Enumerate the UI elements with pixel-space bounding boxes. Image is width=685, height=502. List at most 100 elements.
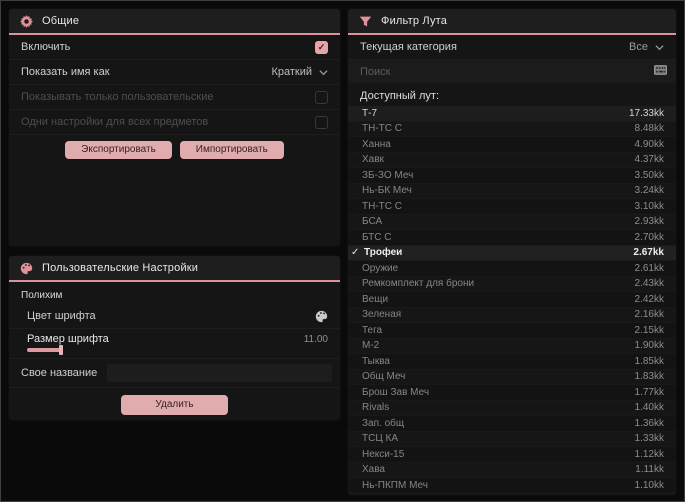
show-name-as-row: Показать имя как Краткий: [9, 60, 340, 85]
loot-row[interactable]: ✓ М-2 1.90kk: [348, 338, 676, 354]
loot-item-name: Тега: [362, 324, 383, 336]
available-loot-label: Доступный лут:: [360, 90, 440, 102]
import-button[interactable]: Импортировать: [179, 141, 284, 159]
category-dropdown[interactable]: Все: [629, 41, 664, 53]
loot-row[interactable]: ✓ Некси-15 1.12kk: [348, 447, 676, 463]
font-size-value: 11.00: [303, 333, 328, 345]
loot-item-name: Некси-15: [362, 448, 405, 460]
custom-settings-panel: Пользовательские Настройки Полихим Цвет …: [9, 256, 340, 420]
name-mode-dropdown[interactable]: Краткий: [271, 66, 328, 78]
enable-checkbox[interactable]: ✓: [315, 40, 328, 54]
only-custom-checkbox[interactable]: [315, 90, 328, 104]
left-column: Общие Включить ✓ Показать имя как Кратки…: [9, 9, 340, 493]
general-panel-header: Общие: [9, 9, 340, 35]
loot-item-name: Хавк: [362, 154, 384, 166]
check-icon: ✓: [351, 246, 360, 258]
keyboard-icon[interactable]: [654, 65, 667, 78]
loot-row[interactable]: ✓ Зап. общ 1.36kk: [348, 416, 676, 432]
font-color-row: Цвет шрифта: [9, 304, 340, 329]
loot-item-price: 1.10kk: [634, 479, 664, 491]
loot-row[interactable]: ✓ ТСЦ КА 1.33kk: [348, 431, 676, 447]
loot-item-name: Нь-БК Меч: [362, 185, 412, 197]
loot-row[interactable]: ✓ Ремкомплект для брони 2.43kk: [348, 276, 676, 292]
loot-item-name: ЗБ-ЗО Меч: [362, 169, 414, 181]
loot-item-price: 1.33kk: [634, 433, 664, 445]
loot-row[interactable]: ✓ Хавк 4.37kk: [348, 152, 676, 168]
loot-item-price: 2.16kk: [634, 309, 664, 321]
category-label: Текущая категория: [360, 41, 457, 53]
loot-row[interactable]: ✓ Нь-ПКПМ Меч 1.10kk: [348, 478, 676, 494]
loot-item-price: 2.93kk: [634, 216, 664, 228]
loot-item-name: Ремкомплект для брони: [362, 278, 475, 290]
loot-item-name: ТН-ТС С: [362, 200, 402, 212]
right-column: Фильтр Лута Текущая категория Все Доступ…: [348, 9, 676, 495]
gear-icon: [20, 14, 33, 28]
loot-item-price: 2.61kk: [634, 262, 664, 274]
loot-item-name: Ханна: [362, 138, 391, 150]
loot-row[interactable]: ✓ Тыква 1.85kk: [348, 354, 676, 370]
loot-row[interactable]: ✓ Оружие 2.61kk: [348, 261, 676, 277]
loot-row[interactable]: ✓ ТН-ТС С 8.48kk: [348, 121, 676, 137]
loot-row[interactable]: ✓ Rivals 1.40kk: [348, 400, 676, 416]
custom-name-label: Свое название: [21, 367, 98, 379]
delete-button[interactable]: Удалить: [121, 395, 228, 415]
palette-icon: [20, 262, 33, 275]
loot-item-name: Трофеи: [364, 247, 403, 259]
export-button[interactable]: Экспортировать: [65, 141, 172, 159]
slider-thumb[interactable]: [59, 345, 63, 355]
loot-item-price: 4.90kk: [634, 138, 664, 150]
loot-item-name: Зеленая: [362, 309, 402, 321]
export-import-row: Экспортировать Импортировать: [9, 135, 340, 167]
loot-row[interactable]: ✓ Тега 2.15kk: [348, 323, 676, 339]
loot-item-name: Вещи: [362, 293, 389, 305]
loot-item-name: Нь-ПКПМ Меч: [362, 479, 428, 491]
loot-row[interactable]: ✓ БСА 2.93kk: [348, 214, 676, 230]
delete-row: Удалить: [9, 388, 340, 420]
loot-row[interactable]: ✓ Трофеи 2.67kk: [348, 245, 676, 261]
loot-item-name: Т-7: [362, 107, 377, 119]
loot-item-price: 2.67kk: [633, 247, 664, 259]
same-settings-row: Одни настройки для всех предметов: [9, 110, 340, 135]
loot-item-price: 17.33kk: [628, 107, 664, 119]
only-custom-label: Показывать только пользовательские: [21, 91, 214, 103]
same-settings-checkbox[interactable]: [315, 115, 328, 129]
loot-row[interactable]: ✓ ЗБ-ЗО Меч 3.50kk: [348, 168, 676, 184]
custom-name-input[interactable]: [107, 364, 332, 382]
loot-item-name: ТСЦ КА: [362, 433, 399, 445]
loot-item-name: Хава: [362, 464, 385, 476]
loot-item-price: 2.15kk: [634, 324, 664, 336]
loot-row[interactable]: ✓ Т-7 17.33kk: [348, 106, 676, 122]
custom-settings-header: Пользовательские Настройки: [9, 256, 340, 282]
loot-row[interactable]: ✓ БТС С 2.70kk: [348, 230, 676, 246]
selected-item-name: Полихим: [21, 290, 63, 301]
search-input[interactable]: [360, 65, 654, 78]
loot-item-name: Брош Зав Меч: [362, 386, 430, 398]
search-row: [348, 60, 676, 84]
custom-name-row: Свое название: [9, 359, 340, 388]
loot-row[interactable]: ✓ Брош Зав Меч 1.77kk: [348, 385, 676, 401]
color-picker-icon[interactable]: [315, 310, 328, 323]
loot-row[interactable]: ✓ Зеленая 2.16kk: [348, 307, 676, 323]
loot-item-name: М-2: [362, 340, 380, 352]
loot-item-name: Общ Меч: [362, 371, 406, 383]
loot-row[interactable]: ✓ Ханна 4.90kk: [348, 137, 676, 153]
loot-item-price: 3.24kk: [634, 185, 664, 197]
funnel-icon: [359, 15, 372, 28]
loot-item-price: 1.11kk: [635, 464, 664, 476]
font-color-label: Цвет шрифта: [27, 310, 96, 322]
settings-page: Общие Включить ✓ Показать имя как Кратки…: [1, 1, 684, 501]
loot-row[interactable]: ✓ Хава 1.11kk: [348, 462, 676, 478]
loot-row[interactable]: ✓ Нь-БК Меч 3.24kk: [348, 183, 676, 199]
font-size-slider[interactable]: [27, 345, 67, 355]
loot-item-price: 1.77kk: [634, 386, 664, 398]
loot-item-price: 8.48kk: [634, 123, 664, 135]
loot-item-name: ТН-ТС С: [362, 123, 402, 135]
loot-row[interactable]: ✓ Вещи 2.42kk: [348, 292, 676, 308]
loot-row[interactable]: ✓ ТН-ТС С 3.10kk: [348, 199, 676, 215]
loot-item-price: 1.90kk: [634, 340, 664, 352]
general-panel-title: Общие: [42, 15, 80, 27]
enable-row: Включить ✓: [9, 35, 340, 60]
loot-row[interactable]: ✓ Общ Меч 1.83kk: [348, 369, 676, 385]
loot-item-name: БСА: [362, 216, 383, 228]
loot-list: ✓ Т-7 17.33kk ✓ ТН-ТС С 8.48kk ✓ Ханна 4…: [348, 106, 676, 495]
